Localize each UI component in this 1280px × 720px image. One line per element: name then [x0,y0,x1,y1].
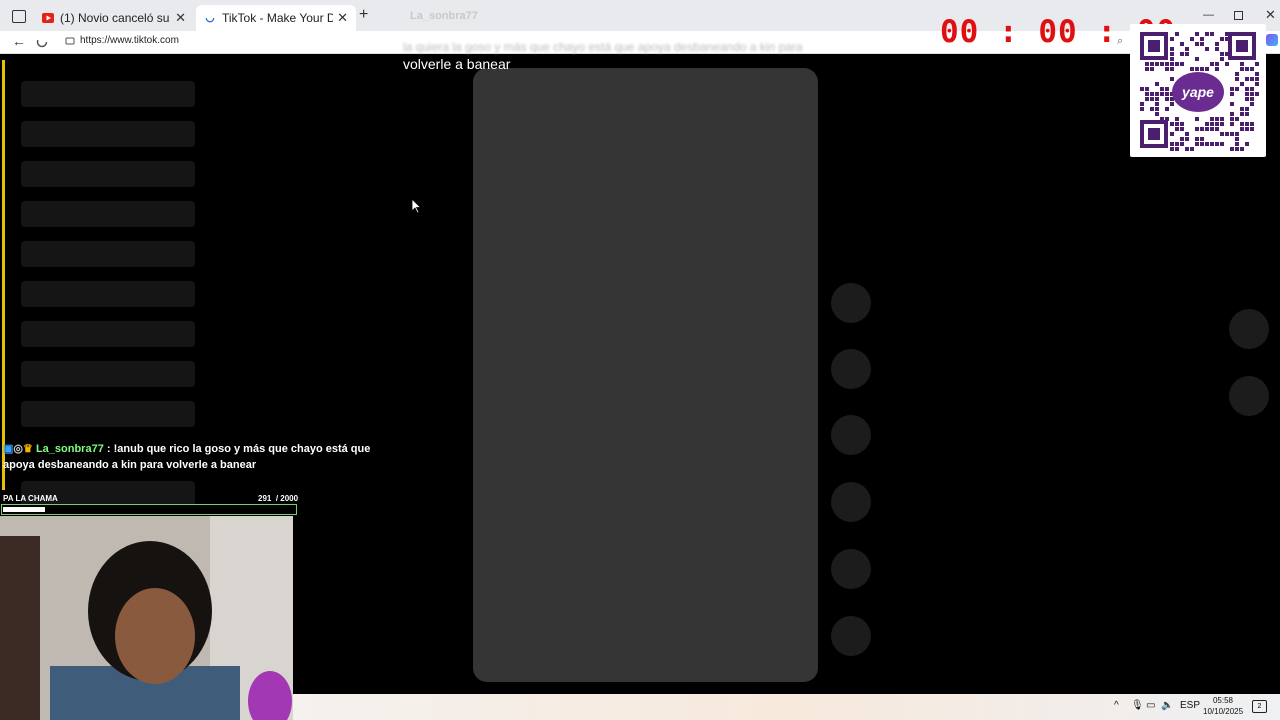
url-text[interactable]: https://www.tiktok.com [80,35,179,46]
clock[interactable]: 05:58 10/10/2025 [1203,695,1243,717]
close-window-icon[interactable]: ✕ [1265,7,1276,23]
chat-badges-icon: ▣ [3,443,14,455]
webcam-feed [0,516,293,720]
timer-minutes: 00 [1038,14,1078,50]
youtube-icon [42,13,54,23]
goal-label: PA LA CHAMA [3,494,58,503]
goal-progress-fill [3,507,46,512]
qr-code: yape [1130,24,1266,157]
timer-separator: : [999,14,1019,50]
sidebar-skeleton-item [21,281,195,307]
restore-icon[interactable] [1234,11,1243,20]
nav-up-button[interactable] [1229,309,1269,349]
goal-total: / 2000 [275,494,299,503]
sidebar-skeleton-item [21,241,195,267]
nav-down-button[interactable] [1229,376,1269,416]
action-button-skeleton[interactable] [831,482,871,522]
accent-line [2,60,5,490]
timer-separator: : [1097,14,1118,50]
notification-count: 2 [1257,703,1262,710]
video-placeholder[interactable] [473,68,818,682]
goal-current: 291 [258,494,272,503]
back-icon[interactable]: ← [12,33,26,49]
clock-time: 05:58 [1212,696,1234,705]
action-button-skeleton[interactable] [831,616,871,656]
tab-youtube[interactable]: (1) Novio canceló su boda porque ✕ [34,5,194,31]
volume-icon[interactable]: 🔈 [1161,700,1173,711]
sidebar-skeleton-item [21,361,195,387]
qr-pattern: yape [1140,32,1259,151]
goal-count: 291 / 2000 [258,494,298,503]
action-button-skeleton[interactable] [831,415,871,455]
tab-label: TikTok - Make Your Day [222,11,334,25]
microphone-icon[interactable]: 🎙 [1131,700,1144,711]
action-button-skeleton[interactable] [831,283,871,323]
yape-logo: yape [1181,84,1214,100]
loading-stop-icon[interactable] [36,36,48,48]
language-indicator[interactable]: ESP [1180,700,1200,711]
action-button-skeleton[interactable] [831,549,871,589]
sidebar-skeleton-item [21,201,195,227]
close-tab-icon[interactable]: ✕ [337,10,348,26]
minimize-icon[interactable]: — [1203,9,1214,21]
show-hidden-icons-icon[interactable]: ^ [1114,700,1119,711]
top-message-blurred: la quiera la goso y más que chayo está q… [403,40,803,54]
action-button-skeleton[interactable] [831,349,871,389]
loading-spinner-icon [205,13,215,23]
tab-label: (1) Novio canceló su boda porque [60,11,171,25]
clock-date: 10/10/2025 [1203,707,1244,716]
chat-message: ▣◎♛ La_sonbra77 : !anub que rico la goso… [3,443,371,471]
chat-separator: : [103,443,114,455]
new-tab-icon[interactable]: + [359,6,368,24]
sidebar-skeleton-item [21,121,195,147]
chat-username: La_sonbra77 [35,443,104,455]
goal-progress-bar [1,504,297,515]
notification-icon[interactable]: 2 [1252,700,1267,713]
site-info-icon[interactable] [65,36,75,46]
webcam-image [0,516,293,720]
overlay-username: La_sonbra77 [410,10,478,22]
tab-actions-icon[interactable] [12,10,26,23]
sidebar-skeleton-item [21,81,195,107]
close-tab-icon[interactable]: ✕ [175,10,186,26]
mouse-cursor-icon [412,199,422,214]
sidebar-skeleton-item [21,321,195,347]
sidebar-skeleton-item [21,401,195,427]
top-message: volverle a banear [403,56,511,72]
sidebar-skeleton-item [21,161,195,187]
copilot-icon[interactable] [1266,34,1278,46]
tab-tiktok[interactable]: TikTok - Make Your Day ✕ [196,5,356,31]
network-icon[interactable]: ▭ [1146,700,1155,711]
timer-hours: 00 [940,14,980,50]
